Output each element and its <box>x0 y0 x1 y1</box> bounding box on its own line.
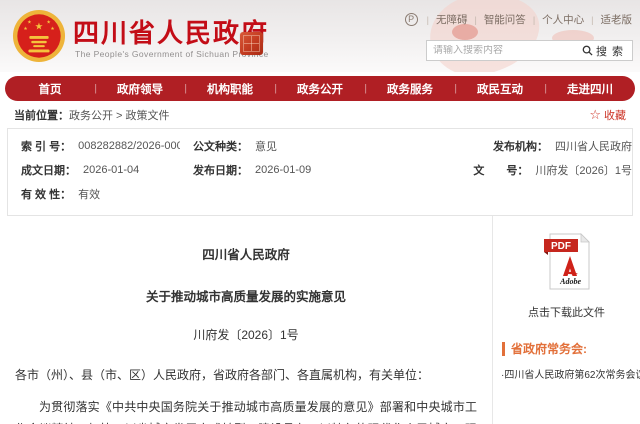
breadcrumb-row: 当前位置：政务公开 > 政策文件 ☆ 收藏 <box>0 101 640 128</box>
document-paragraph: 为贯彻落实《中共中央国务院关于推动城市高质量发展的意见》部署和中央城市工作会议精… <box>15 400 477 424</box>
search-bar: 搜 索 <box>426 40 633 61</box>
meta-value: 意见 <box>255 141 277 153</box>
quick-link[interactable]: 个人中心 <box>526 12 584 27</box>
meta-value: 川府发〔2026〕1号 <box>535 165 632 177</box>
national-emblem-logo[interactable]: ★ ★ ★ ★ ★ <box>12 9 66 63</box>
nav-item[interactable]: 首页 <box>5 81 95 97</box>
document-meta-table: 索 引 号： 008282882/2026-00028 公文种类： 意见 发布机… <box>7 128 633 216</box>
meta-label: 公文种类： <box>193 141 248 153</box>
breadcrumb: 当前位置：政务公开 > 政策文件 <box>14 107 170 123</box>
meta-field: 索 引 号： 008282882/2026-00028 <box>8 138 180 154</box>
meta-value: 008282882/2026-00028 <box>78 140 180 152</box>
document-body: 四川省人民政府 关于推动城市高质量发展的实施意见 川府发〔2026〕1号 各市（… <box>0 216 493 424</box>
favorite-label: 收藏 <box>604 109 626 122</box>
pdf-download-icon[interactable]: PDF Adobe <box>541 232 593 297</box>
svg-text:★: ★ <box>27 19 31 25</box>
document-number: 川府发〔2026〕1号 <box>193 328 299 342</box>
meta-value: 有效 <box>78 189 101 201</box>
nav-item[interactable]: 政务公开 <box>275 81 365 97</box>
svg-text:★: ★ <box>23 26 27 32</box>
search-button[interactable]: 搜 索 <box>578 41 632 60</box>
sidebar-list: ·四川省人民政府第62次常务会议 <box>493 366 640 381</box>
search-icon <box>582 45 593 56</box>
meta-field: 公文种类： 意见 <box>180 138 480 154</box>
meta-label: 发布日期： <box>193 165 248 177</box>
nav-item[interactable]: 机构职能 <box>185 81 275 97</box>
main-navigation: 首页政府领导机构职能政务公开政务服务政民互动走进四川 <box>5 76 635 101</box>
accessibility-p-icon[interactable]: P <box>404 13 418 26</box>
quick-link[interactable]: 无障碍 <box>420 12 468 27</box>
meta-value: 四川省人民政府 <box>555 141 632 153</box>
meta-label: 有 效 性： <box>21 189 72 201</box>
meta-field: 有 效 性： 有效 <box>8 186 180 202</box>
star-icon: ☆ <box>589 107 601 122</box>
meta-label: 发布机构： <box>493 141 548 153</box>
breadcrumb-prefix: 当前位置： <box>14 109 69 122</box>
download-link[interactable]: 点击下载此文件 <box>493 304 640 320</box>
document-title: 关于推动城市高质量发展的实施意见 <box>145 290 346 304</box>
quick-links: P 无障碍智能问答个人中心适老版 <box>404 12 633 27</box>
svg-text:★: ★ <box>46 19 50 25</box>
quick-link[interactable]: 智能问答 <box>467 12 526 27</box>
meta-field: 文 号： 川府发〔2026〕1号 <box>460 162 632 178</box>
sidebar: PDF Adobe 点击下载此文件 省政府常务会: ·四川省人民政府第62次常务… <box>493 216 640 424</box>
red-seal-stamp-icon <box>240 32 263 55</box>
favorite-button[interactable]: ☆ 收藏 <box>589 107 626 123</box>
meta-value: 2026-01-09 <box>255 164 312 176</box>
sidebar-list-item[interactable]: ·四川省人民政府第62次常务会议 <box>501 366 640 381</box>
sichuan-map-decoration <box>424 0 546 72</box>
quick-link[interactable]: 适老版 <box>584 12 633 27</box>
breadcrumb-path[interactable]: 政务公开 > 政策文件 <box>69 110 170 122</box>
sidebar-section-title: 省政府常务会: <box>502 342 634 356</box>
svg-text:PDF: PDF <box>551 241 571 252</box>
meta-label: 成文日期： <box>21 165 76 177</box>
meta-field: 发布机构： 四川省人民政府 <box>480 138 632 154</box>
nav-item[interactable]: 政府领导 <box>95 81 185 97</box>
page: ★ ★ ★ ★ ★ 四川省人民政府 The People's Governmen… <box>0 0 640 424</box>
meta-field: 成文日期： 2026-01-04 <box>8 162 180 178</box>
svg-text:★: ★ <box>50 26 54 32</box>
svg-text:★: ★ <box>35 21 44 32</box>
meta-row: 成文日期： 2026-01-04 发布日期： 2026-01-09 文 号： 川… <box>8 158 632 182</box>
nav-item[interactable]: 走进四川 <box>545 81 635 97</box>
adobe-brand-text: Adobe <box>559 277 581 286</box>
content-area: 四川省人民政府 关于推动城市高质量发展的实施意见 川府发〔2026〕1号 各市（… <box>0 216 640 424</box>
document-issuer: 四川省人民政府 <box>202 248 290 262</box>
meta-label: 索 引 号： <box>21 141 72 153</box>
meta-label: 文 号： <box>473 165 529 177</box>
nav-item[interactable]: 政民互动 <box>455 81 545 97</box>
meta-value: 2026-01-04 <box>83 164 140 176</box>
site-header: ★ ★ ★ ★ ★ 四川省人民政府 The People's Governmen… <box>0 0 640 72</box>
nav-item[interactable]: 政务服务 <box>365 81 455 97</box>
meta-row: 有 效 性： 有效 <box>8 182 632 206</box>
meta-field: 发布日期： 2026-01-09 <box>180 162 460 178</box>
search-input[interactable] <box>427 45 578 56</box>
document-salutation: 各市（州）、县（市、区）人民政府，省政府各部门、各直属机构，有关单位： <box>15 368 430 382</box>
meta-row: 索 引 号： 008282882/2026-00028 公文种类： 意见 发布机… <box>8 134 632 158</box>
search-button-label: 搜 索 <box>595 45 624 58</box>
